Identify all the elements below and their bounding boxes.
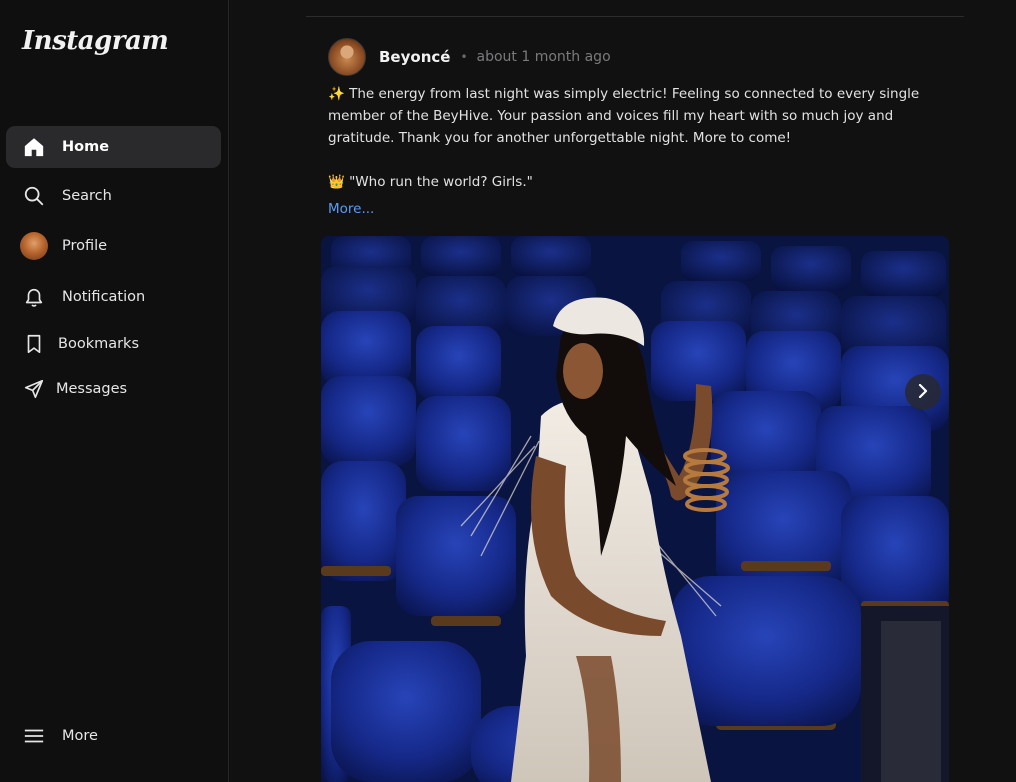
caption-paragraph: ✨ The energy from last night was simply … — [328, 86, 920, 146]
post-image[interactable] — [321, 236, 949, 782]
more-link[interactable]: More... — [328, 201, 374, 217]
sidebar: Instagram Home Search Profile Notificati… — [0, 0, 229, 782]
chevron-right-icon — [917, 383, 929, 402]
carousel-next-button[interactable] — [905, 374, 941, 410]
sidebar-item-label: Notification — [62, 289, 146, 305]
sidebar-item-messages[interactable]: Messages — [6, 368, 221, 410]
sidebar-item-search[interactable]: Search — [6, 175, 221, 217]
search-icon — [22, 184, 46, 208]
post-timestamp: about 1 month ago — [476, 49, 611, 65]
sidebar-item-label: Bookmarks — [58, 336, 140, 352]
sidebar-item-label: More — [62, 728, 98, 744]
sidebar-item-bookmarks[interactable]: Bookmarks — [6, 323, 221, 365]
send-icon — [22, 377, 46, 401]
sidebar-item-more[interactable]: More — [6, 715, 221, 757]
sidebar-item-notification[interactable]: Notification — [6, 276, 221, 318]
divider — [306, 16, 964, 17]
bookmark-icon — [22, 332, 46, 356]
avatar — [20, 232, 48, 260]
sidebar-item-profile[interactable]: Profile — [6, 225, 221, 267]
author-name[interactable]: Beyoncé — [379, 48, 450, 66]
post-header: Beyoncé • about 1 month ago — [328, 38, 611, 76]
sidebar-item-label: Profile — [62, 238, 108, 254]
menu-icon — [22, 724, 46, 748]
post-caption: ✨ The energy from last night was simply … — [328, 83, 956, 193]
sidebar-item-label: Messages — [56, 381, 128, 397]
sidebar-item-label: Home — [62, 139, 110, 155]
home-icon — [22, 135, 46, 159]
bell-icon — [22, 285, 46, 309]
instagram-logo[interactable]: Instagram — [22, 26, 169, 56]
sidebar-item-label: Search — [62, 188, 112, 204]
sidebar-item-home[interactable]: Home — [6, 126, 221, 168]
caption-quote: 👑 "Who run the world? Girls." — [328, 174, 533, 190]
separator-dot: • — [460, 50, 468, 64]
feed: Beyoncé • about 1 month ago ✨ The energy… — [230, 0, 1016, 782]
author-avatar[interactable] — [328, 38, 366, 76]
